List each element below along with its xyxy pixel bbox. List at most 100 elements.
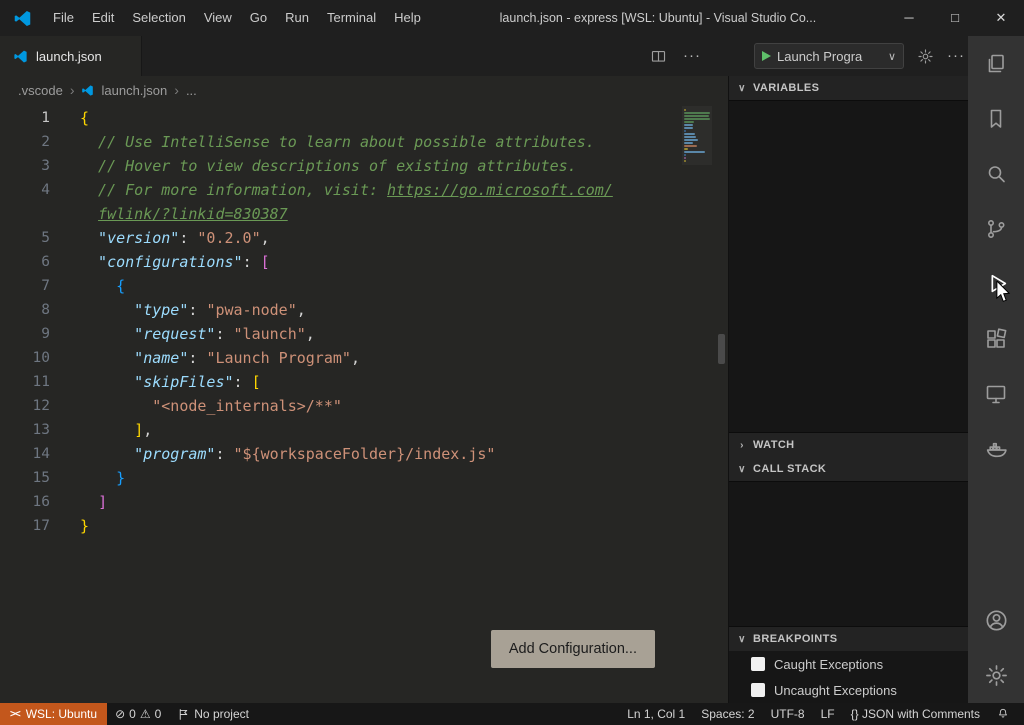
minimap-line [684, 118, 710, 120]
variables-section-header[interactable]: ∨ VARIABLES [729, 76, 968, 100]
launch-config-dropdown[interactable]: Launch Progra ∨ [754, 43, 904, 69]
eol-sequence[interactable]: LF [813, 707, 843, 721]
chevron-down-icon: ∨ [736, 83, 748, 94]
search-icon[interactable] [968, 146, 1024, 201]
line-number[interactable]: 16 [0, 490, 80, 514]
scrollbar-thumb[interactable] [718, 334, 725, 364]
breadcrumb-folder[interactable]: .vscode [18, 83, 63, 98]
debug-settings-gear-icon[interactable] [917, 48, 934, 65]
line-number[interactable]: 1 [0, 106, 80, 130]
code-row[interactable]: 15 } [0, 466, 728, 490]
line-number[interactable] [0, 202, 80, 226]
code-row[interactable]: 16 ] [0, 490, 728, 514]
line-number[interactable]: 3 [0, 154, 80, 178]
menu-file[interactable]: File [44, 0, 83, 36]
breakpoint-uncaught-exceptions[interactable]: Uncaught Exceptions [729, 677, 968, 703]
code-row[interactable]: 1{ [0, 106, 728, 130]
line-number[interactable]: 6 [0, 250, 80, 274]
line-number[interactable]: 8 [0, 298, 80, 322]
menu-help[interactable]: Help [385, 0, 430, 36]
line-number[interactable]: 14 [0, 442, 80, 466]
source-control-icon[interactable] [968, 201, 1024, 256]
checkbox-unchecked-icon[interactable] [751, 683, 765, 697]
code-row[interactable]: fwlink/?linkid=830387 [0, 202, 728, 226]
settings-gear-icon[interactable] [968, 648, 1024, 703]
menu-terminal[interactable]: Terminal [318, 0, 385, 36]
line-number[interactable]: 13 [0, 418, 80, 442]
menu-selection[interactable]: Selection [123, 0, 194, 36]
run-and-debug-icon[interactable] [968, 256, 1024, 311]
breakpoint-caught-exceptions[interactable]: Caught Exceptions [729, 651, 968, 677]
flag-icon [177, 708, 190, 721]
add-configuration-button[interactable]: Add Configuration... [491, 630, 655, 668]
call-stack-content[interactable] [729, 481, 968, 627]
remote-indicator[interactable]: >< WSL: Ubuntu [0, 703, 107, 725]
docker-icon[interactable] [968, 421, 1024, 476]
maximize-icon[interactable]: □ [932, 0, 978, 36]
line-number[interactable]: 12 [0, 394, 80, 418]
watch-section-header[interactable]: › WATCH [729, 433, 968, 457]
extensions-icon[interactable] [968, 311, 1024, 366]
call-stack-section-header[interactable]: ∨ CALL STACK [729, 457, 968, 481]
error-count: 0 [129, 707, 136, 721]
breadcrumb-file[interactable]: launch.json [101, 83, 167, 98]
line-number[interactable]: 7 [0, 274, 80, 298]
code-editor[interactable]: 1{2 // Use IntelliSense to learn about p… [0, 104, 728, 703]
checkbox-unchecked-icon[interactable] [751, 657, 765, 671]
problems-indicator[interactable]: ⊘ 0 ⚠ 0 [107, 707, 169, 721]
code-row[interactable]: 14 "program": "${workspaceFolder}/index.… [0, 442, 728, 466]
minimize-icon[interactable]: ─ [886, 0, 932, 36]
code-row[interactable]: 9 "request": "launch", [0, 322, 728, 346]
more-actions-icon[interactable]: ··· [683, 51, 701, 61]
line-number[interactable]: 10 [0, 346, 80, 370]
remote-label: WSL: Ubuntu [26, 707, 97, 721]
bookmarks-icon[interactable] [968, 91, 1024, 146]
code-line: } [80, 466, 125, 490]
minimap[interactable] [682, 106, 712, 165]
code-row[interactable]: 8 "type": "pwa-node", [0, 298, 728, 322]
code-row[interactable]: 12 "<node_internals>/**" [0, 394, 728, 418]
breakpoints-section-header[interactable]: ∨ BREAKPOINTS [729, 627, 968, 651]
line-number[interactable]: 11 [0, 370, 80, 394]
notifications-bell-icon[interactable] [988, 707, 1018, 721]
variables-content[interactable] [729, 100, 968, 433]
encoding[interactable]: UTF-8 [763, 707, 813, 721]
menu-go[interactable]: Go [241, 0, 276, 36]
code-row[interactable]: 7 { [0, 274, 728, 298]
vscode-logo-icon [0, 9, 44, 28]
explorer-icon[interactable] [968, 36, 1024, 91]
code-row[interactable]: 3 // Hover to view descriptions of exist… [0, 154, 728, 178]
account-icon[interactable] [968, 593, 1024, 648]
code-row[interactable]: 5 "version": "0.2.0", [0, 226, 728, 250]
line-number[interactable]: 2 [0, 130, 80, 154]
line-number[interactable]: 15 [0, 466, 80, 490]
code-row[interactable]: 10 "name": "Launch Program", [0, 346, 728, 370]
line-number[interactable]: 17 [0, 514, 80, 538]
debug-more-icon[interactable]: ··· [947, 51, 965, 61]
line-number[interactable]: 9 [0, 322, 80, 346]
menu-run[interactable]: Run [276, 0, 318, 36]
no-project-indicator[interactable]: No project [169, 707, 257, 721]
minimap-line [684, 148, 688, 150]
tab-launch-json[interactable]: launch.json [0, 36, 142, 76]
code-line: "name": "Launch Program", [80, 346, 360, 370]
code-line: { [80, 106, 89, 130]
close-icon[interactable]: ✕ [978, 0, 1024, 36]
code-row[interactable]: 11 "skipFiles": [ [0, 370, 728, 394]
menu-view[interactable]: View [195, 0, 241, 36]
indentation[interactable]: Spaces: 2 [693, 707, 762, 721]
code-row[interactable]: 4 // For more information, visit: https:… [0, 178, 728, 202]
cursor-position[interactable]: Ln 1, Col 1 [619, 707, 693, 721]
language-mode[interactable]: {} JSON with Comments [843, 707, 988, 721]
line-number[interactable]: 5 [0, 226, 80, 250]
split-editor-icon[interactable] [650, 48, 667, 65]
code-row[interactable]: 13 ], [0, 418, 728, 442]
remote-explorer-icon[interactable] [968, 366, 1024, 421]
code-row[interactable]: 2 // Use IntelliSense to learn about pos… [0, 130, 728, 154]
code-row[interactable]: 6 "configurations": [ [0, 250, 728, 274]
start-debug-icon[interactable] [762, 51, 771, 61]
line-number[interactable]: 4 [0, 178, 80, 202]
menu-edit[interactable]: Edit [83, 0, 123, 36]
breadcrumb-symbol[interactable]: ... [186, 83, 197, 98]
code-row[interactable]: 17} [0, 514, 728, 538]
